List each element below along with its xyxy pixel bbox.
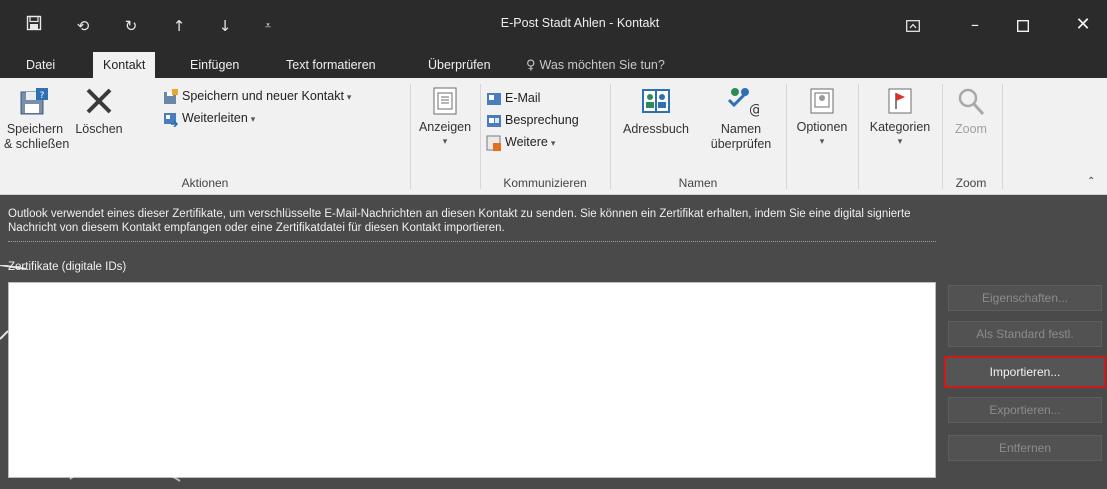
anzeigen-button[interactable]: Anzeigen ▾ <box>412 86 478 150</box>
remove-button[interactable]: Entfernen <box>948 435 1102 461</box>
chevron-down-icon: ▾ <box>819 137 825 147</box>
svg-text:@: @ <box>749 102 759 118</box>
group-label-aktionen: Aktionen <box>181 176 229 190</box>
save-new-contact-button[interactable]: Speichern und neuer Kontakt ▾ <box>163 86 351 106</box>
save-icon[interactable] <box>22 14 46 38</box>
svg-text:?: ? <box>40 91 45 101</box>
up-arrow-icon[interactable]: ↑ <box>167 14 191 38</box>
tab-datei[interactable]: Datei <box>16 52 65 78</box>
meeting-button[interactable]: Besprechung <box>486 110 579 130</box>
optionen-label: Optionen <box>796 120 848 134</box>
group-separator <box>410 84 411 189</box>
group-separator <box>480 84 481 189</box>
divider <box>8 241 936 242</box>
tab-text-formatieren[interactable]: Text formatieren <box>276 52 386 78</box>
tell-me-text: Was möchten Sie tun? <box>539 58 665 72</box>
group-separator <box>858 84 859 189</box>
address-book-label: Adressbuch <box>622 122 689 136</box>
lightbulb-icon: ♀ <box>526 58 536 73</box>
customize-qat-icon[interactable]: ⩡ <box>256 14 280 38</box>
delete-x-icon <box>86 88 112 114</box>
export-button[interactable]: Exportieren... <box>948 397 1102 423</box>
tell-me-box[interactable]: ♀ Was möchten Sie tun? <box>516 52 675 78</box>
properties-button[interactable]: Eigenschaften... <box>948 285 1102 311</box>
group-separator <box>1002 84 1003 189</box>
collapse-ribbon-icon[interactable]: ⌃ <box>1087 176 1095 187</box>
delete-label: Löschen <box>75 122 123 136</box>
save-new-contact-label: Speichern und neuer Kontakt <box>182 89 344 103</box>
magnifier-icon <box>958 88 985 116</box>
meeting-icon <box>487 114 501 127</box>
kategorien-button[interactable]: Kategorien ▾ <box>860 86 940 150</box>
check-names-icon: @ <box>727 88 759 118</box>
ribbon-display-options-icon[interactable] <box>893 10 933 40</box>
email-label: E-Mail <box>505 91 541 105</box>
undo-icon[interactable]: ⟲ <box>71 14 95 38</box>
group-separator <box>786 84 787 189</box>
email-icon <box>487 92 501 105</box>
import-button[interactable]: Importieren... <box>944 356 1106 388</box>
certificates-pane: Outlook verwendet eines dieser Zertifika… <box>0 195 1107 489</box>
tab-ueberpruefen[interactable]: Überprüfen <box>418 52 501 78</box>
group-label-zoom: Zoom <box>955 176 987 190</box>
flag-icon <box>888 88 912 114</box>
kategorien-label: Kategorien <box>869 120 931 134</box>
redo-icon[interactable]: ↻ <box>119 14 143 38</box>
save-close-label: Speichern & schließen <box>4 122 70 151</box>
ribbon: ? Speichern & schließen Löschen Speicher… <box>0 78 1107 195</box>
save-new-contact-icon <box>164 88 178 104</box>
optionen-icon <box>810 88 834 114</box>
group-label-namen: Namen <box>678 176 718 190</box>
meeting-label: Besprechung <box>505 113 579 127</box>
chevron-down-icon: ▾ <box>442 137 448 147</box>
chevron-down-icon: ▾ <box>897 137 903 147</box>
forward-icon <box>164 112 179 128</box>
more-label: Weitere <box>505 135 548 149</box>
optionen-button[interactable]: Optionen ▾ <box>788 86 856 150</box>
address-book-icon <box>642 89 670 113</box>
zoom-button-label: Zoom <box>955 122 987 136</box>
save-close-button[interactable]: ? Speichern & schließen <box>4 84 70 152</box>
email-button[interactable]: E-Mail <box>486 88 540 108</box>
forward-button[interactable]: Weiterleiten ▾ <box>163 108 255 128</box>
down-arrow-icon[interactable]: ↓ <box>213 14 237 38</box>
set-default-button[interactable]: Als Standard festl. <box>948 321 1102 347</box>
more-icon <box>486 135 501 151</box>
check-names-label: Namen überprüfen <box>710 122 772 151</box>
check-names-button[interactable]: @ Namen überprüfen <box>700 84 782 152</box>
group-separator <box>942 84 943 189</box>
window-title: E-Post Stadt Ahlen - Kontakt <box>500 16 660 30</box>
minimize-icon[interactable]: – <box>955 10 995 40</box>
group-label-kommunizieren: Kommunizieren <box>503 176 587 190</box>
close-icon[interactable]: ✕ <box>1063 10 1103 40</box>
group-separator <box>610 84 611 189</box>
info-text: Outlook verwendet eines dieser Zertifika… <box>8 208 911 234</box>
anzeigen-label: Anzeigen <box>418 120 472 134</box>
forward-label: Weiterleiten <box>182 111 248 125</box>
delete-button[interactable]: Löschen <box>74 84 124 137</box>
tab-kontakt[interactable]: Kontakt <box>93 52 156 78</box>
maximize-icon[interactable] <box>1003 10 1043 40</box>
address-book-button[interactable]: Adressbuch <box>616 84 696 137</box>
more-button[interactable]: Weitere ▾ <box>486 132 555 152</box>
title-bar: ⟲ ↻ ↑ ↓ ⩡ E-Post Stadt Ahlen - Kontakt –… <box>0 0 1107 52</box>
anzeigen-icon <box>433 87 457 115</box>
tab-einfuegen[interactable]: Einfügen <box>180 52 249 78</box>
ribbon-tabs: Datei Kontakt Einfügen Text formatieren … <box>0 52 1107 78</box>
zoom-button[interactable]: Zoom <box>944 86 998 137</box>
save-close-icon: ? <box>20 88 48 115</box>
watermark <box>0 265 181 482</box>
